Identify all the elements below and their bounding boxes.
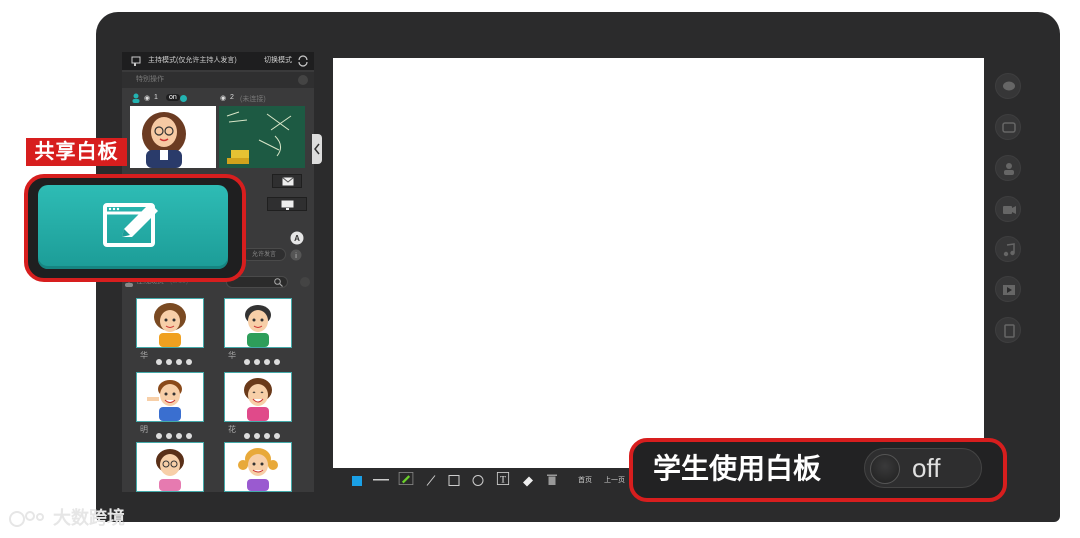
toggle-knob[interactable] (870, 454, 900, 484)
student-controls[interactable] (156, 426, 212, 439)
host1-status-dot (180, 95, 187, 102)
host-mode-icon (131, 56, 141, 66)
host2-mic-icon: ◉ (220, 95, 227, 102)
student-name: 华 (140, 351, 148, 360)
first-page-button[interactable]: 首页 (578, 475, 592, 485)
student-whiteboard-label: 学生使用白板 (653, 453, 822, 484)
host1-on-toggle[interactable]: on (166, 94, 180, 101)
chat-icon[interactable] (995, 73, 1021, 99)
message-icon[interactable] (995, 114, 1021, 140)
host1-index: 1 (154, 94, 158, 101)
student-video-2[interactable] (224, 298, 292, 348)
student-name: 华 (228, 351, 236, 360)
teacher-avatar (142, 112, 186, 168)
host-slots-row: ◉ 1 on ◉ 2 (未连接) (122, 92, 314, 106)
video-play-icon[interactable] (995, 276, 1021, 302)
share-whiteboard-label: 共享白板 (26, 138, 127, 166)
host1-video[interactable] (130, 106, 216, 168)
monitor-icon (281, 200, 294, 210)
host-section-title: 特别操作 (136, 76, 164, 83)
student-video-5[interactable] (136, 442, 204, 492)
host2-status: (未连接) (240, 96, 266, 103)
host1-mic-icon: ◉ (144, 95, 151, 102)
mode-header: 主持模式(仅允许主持人发言) 切换模式 (122, 52, 314, 70)
student-avatar-girl-cheering (244, 378, 272, 421)
watermark-text: 大数跨境 (53, 508, 126, 528)
student-avatar-boy (245, 305, 271, 347)
screenshot-stage: 主持模式(仅允许主持人发言) 切换模式 特别操作 ◉ 1 on ◉ 2 (未连接… (0, 0, 1080, 538)
host2-index: 2 (230, 94, 234, 101)
student-avatar-girl-glasses (156, 449, 184, 491)
panel-collapse-tab[interactable] (312, 134, 322, 164)
switch-mode-button[interactable]: 切换模式 (264, 52, 292, 70)
pen-tool-icon[interactable] (397, 472, 415, 485)
student-avatar-girl-pigtails (238, 448, 278, 491)
svg-text:A: A (294, 234, 300, 243)
ellipse-tool-icon[interactable] (472, 474, 484, 487)
line-tool-icon[interactable] (426, 474, 436, 487)
student-controls[interactable] (244, 352, 300, 365)
text-tool-icon[interactable]: T (496, 472, 510, 485)
student-video-4[interactable] (224, 372, 292, 422)
chevron-left-icon (314, 143, 320, 155)
mail-icon (282, 177, 294, 186)
color-swatch[interactable] (352, 476, 362, 486)
collapse-caret-icon[interactable] (298, 75, 308, 85)
student-name: 明 (140, 425, 148, 434)
student-controls[interactable] (156, 352, 212, 365)
screen-share-button[interactable] (267, 197, 307, 211)
line-width-icon[interactable] (373, 479, 389, 492)
user-share-icon[interactable] (995, 155, 1021, 181)
svg-text:T: T (500, 475, 506, 485)
student-video-3[interactable] (136, 372, 204, 422)
music-icon[interactable] (995, 236, 1021, 262)
online-collapse-icon[interactable] (300, 277, 310, 287)
switch-mode-icon[interactable] (297, 55, 309, 67)
student-controls[interactable] (244, 426, 300, 439)
student-name: 花 (228, 425, 236, 434)
rectangle-tool-icon[interactable] (448, 474, 460, 487)
user-icon (132, 93, 140, 103)
trash-icon[interactable] (547, 473, 557, 486)
host2-video[interactable] (219, 106, 305, 168)
prev-page-button[interactable]: 上一页 (604, 475, 625, 485)
student-avatar-girl (154, 303, 186, 347)
watermark: 大数跨境 (8, 504, 125, 532)
student-video-1[interactable] (136, 298, 204, 348)
watermark-logo-icon (9, 511, 44, 528)
search-icon[interactable] (274, 278, 283, 287)
whiteboard-canvas[interactable] (333, 58, 984, 468)
camera-icon[interactable] (995, 196, 1021, 222)
host-section-header[interactable]: 特别操作 (122, 72, 314, 88)
mode-label: 主持模式(仅允许主持人发言) (148, 57, 237, 64)
whiteboard-toolbar: T 首页 上一页 (344, 470, 644, 490)
student-avatar-boy-waving (147, 380, 182, 421)
mail-button[interactable] (272, 174, 302, 188)
info-icon[interactable]: i (290, 249, 302, 261)
eraser-tool-icon[interactable] (522, 474, 534, 487)
auto-mode-icon[interactable]: A (290, 231, 304, 245)
student-video-6[interactable] (224, 442, 292, 492)
allow-speak-button[interactable]: 允许发言 (242, 248, 286, 261)
toggle-state-text: off (912, 453, 941, 483)
whiteboard-edit-icon (103, 203, 158, 247)
share-whiteboard-button[interactable] (38, 185, 228, 269)
chalkboard-image (226, 111, 292, 164)
file-icon[interactable] (995, 317, 1021, 343)
